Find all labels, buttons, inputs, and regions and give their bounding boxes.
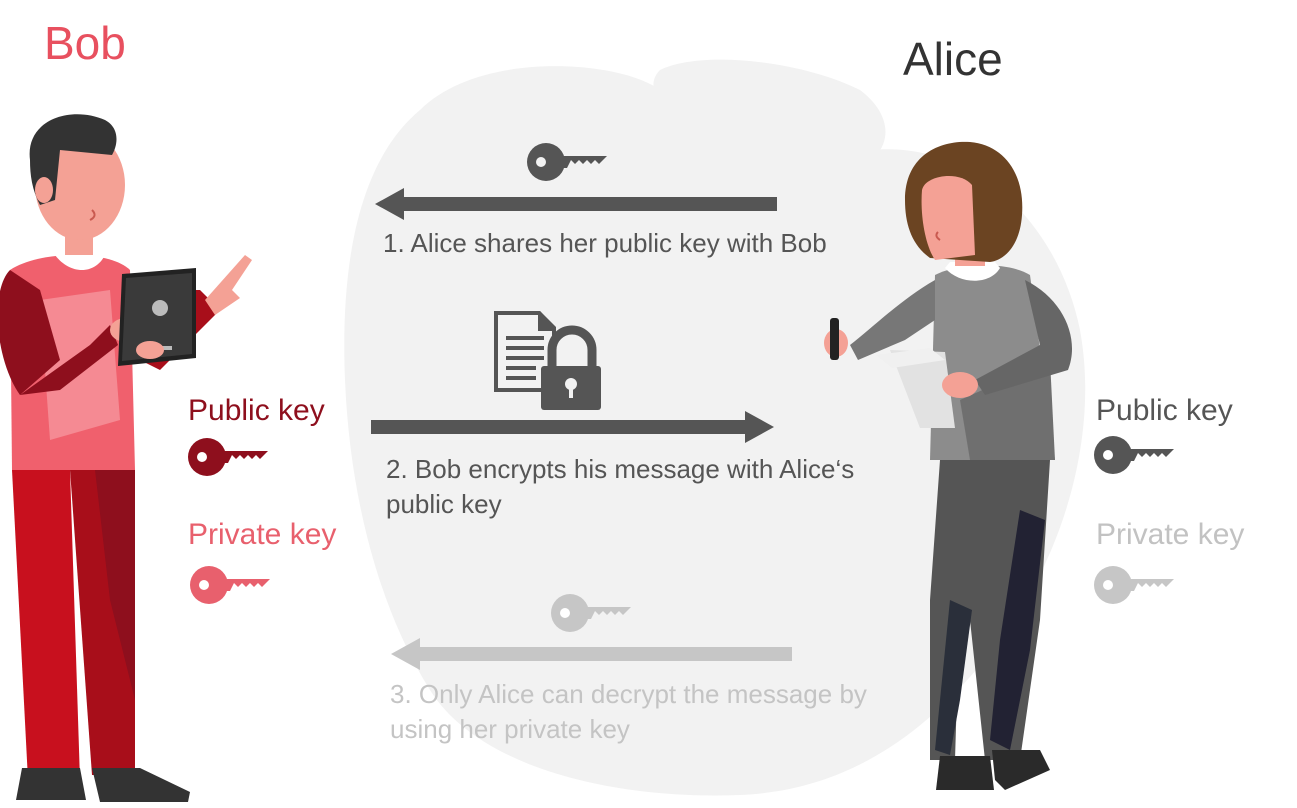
step-3-text: 3. Only Alice can decrypt the message by… [390, 677, 930, 747]
bob-private-key-label: Private key [188, 518, 337, 551]
key-icon [190, 566, 270, 604]
bob-public-key-label: Public key [188, 394, 325, 427]
step-2-line-1: 2. Bob encrypts his message with Alice‘s [386, 454, 855, 484]
key-icon [1094, 566, 1174, 604]
alice-public-key-label: Public key [1096, 394, 1233, 427]
step-3-line-2: using her private key [390, 714, 630, 744]
alice-private-key-label: Private key [1096, 518, 1245, 551]
bob-name: Bob [44, 17, 126, 69]
alice-name: Alice [903, 33, 1003, 85]
step-2-line-2: public key [386, 489, 502, 519]
key-icon [1094, 436, 1174, 474]
step-2-text: 2. Bob encrypts his message with Alice‘s… [386, 452, 926, 522]
key-icon [188, 438, 268, 476]
step-1-text: 1. Alice shares her public key with Bob [383, 228, 827, 258]
step-3-line-1: 3. Only Alice can decrypt the message by [390, 679, 867, 709]
